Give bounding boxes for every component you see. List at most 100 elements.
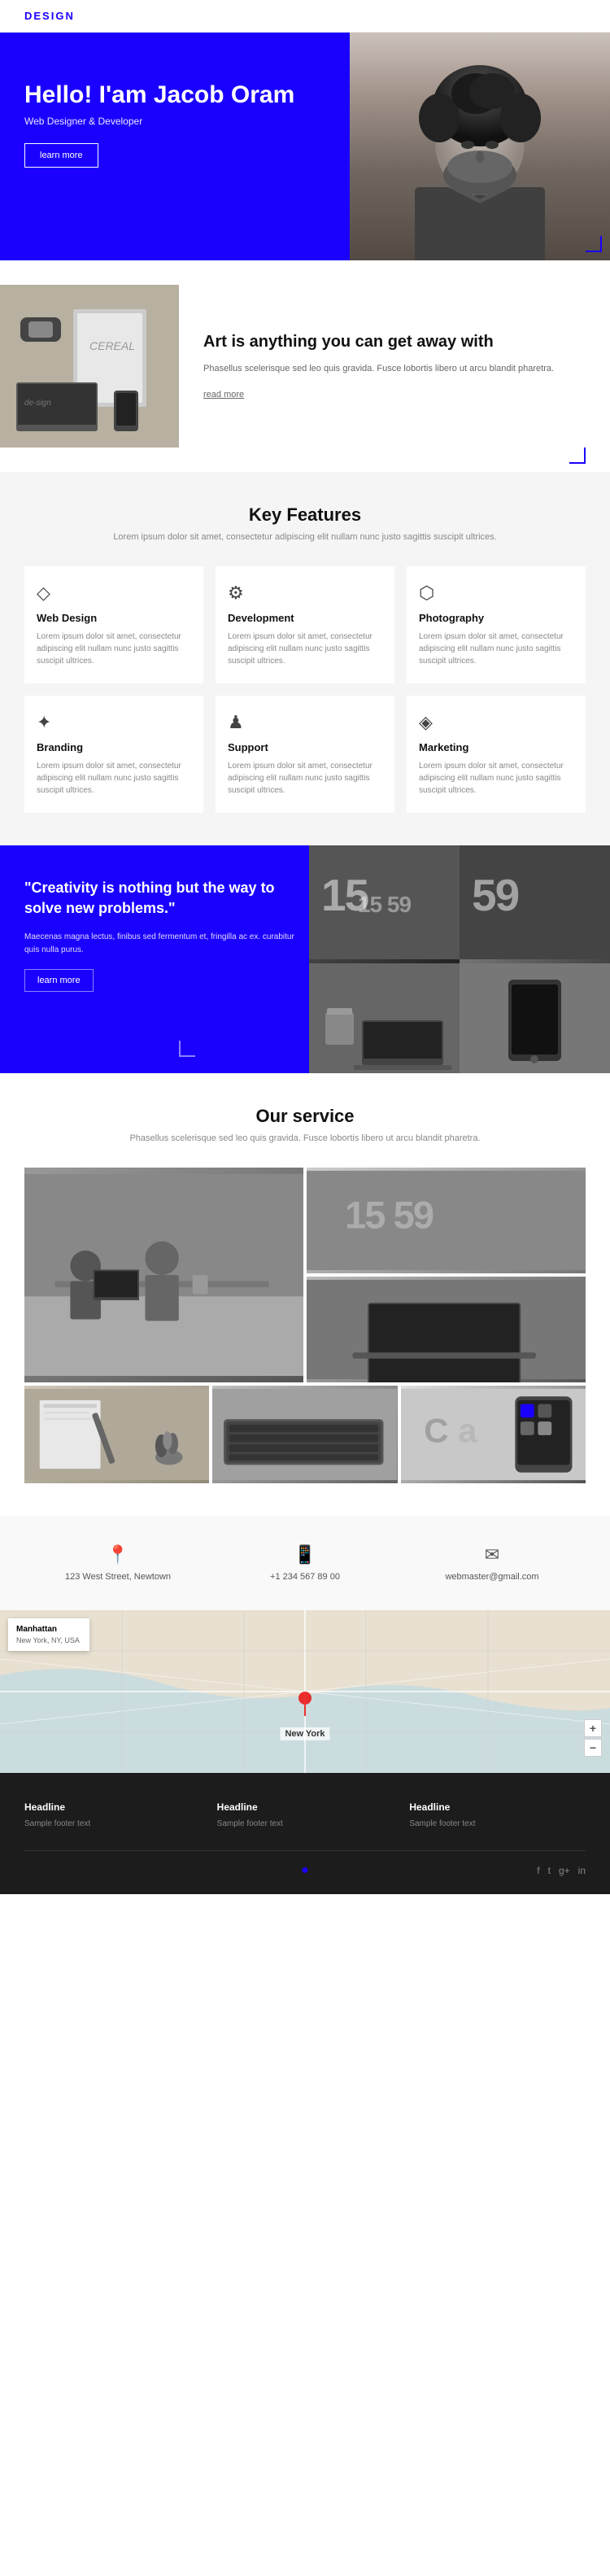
footer-col-1: Headline Sample footer text (24, 1801, 201, 1830)
art-body: Phasellus scelerisque sed leo quis gravi… (203, 362, 586, 377)
contact-email-text: webmaster@gmail.com (399, 1572, 586, 1582)
footer-col-2: Headline Sample footer text (217, 1801, 394, 1830)
footer-social: f t g+ in (400, 1865, 586, 1876)
phone-svg (460, 963, 610, 1073)
feature-development-text: Lorem ipsum dolor sit amet, consectetur … (228, 631, 382, 667)
footer-col-3-text: Sample footer text (409, 1818, 586, 1830)
feature-photography: ⬡ Photography Lorem ipsum dolor sit amet… (407, 566, 586, 683)
map-overlay: Manhattan New York, NY, USA (8, 1618, 89, 1651)
svg-text:15: 15 (321, 870, 369, 920)
quote-images: 15 59 (309, 845, 610, 1073)
svg-text:C: C (424, 1411, 448, 1449)
contact-address-text: 123 West Street, Newtown (24, 1572, 211, 1582)
quote-section: "Creativity is nothing but the way to so… (0, 845, 610, 1073)
hero-photo (350, 33, 610, 260)
email-icon: ✉ (399, 1544, 586, 1565)
desk-svg: CEREAL de-sign (0, 285, 179, 448)
hero-content: Hello! I'am Jacob Oram Web Designer & De… (24, 81, 294, 168)
quote-corner-bracket (179, 1041, 195, 1057)
feature-web-design: ◇ Web Design Lorem ipsum dolor sit amet,… (24, 566, 203, 683)
features-section: Key Features Lorem ipsum dolor sit amet,… (0, 472, 610, 845)
web-design-icon: ◇ (37, 583, 191, 604)
feature-support: ♟ Support Lorem ipsum dolor sit amet, co… (216, 696, 394, 813)
read-more-link[interactable]: read more (203, 390, 244, 399)
header: DESIGN (0, 0, 610, 33)
quote-text: "Creativity is nothing but the way to so… (24, 878, 301, 919)
contact-address: 📍 123 West Street, Newtown (24, 1544, 211, 1582)
art-section: CEREAL de-sign Art is anything you can g… (0, 260, 610, 472)
footer-col-1-title: Headline (24, 1801, 201, 1813)
feature-web-design-title: Web Design (37, 612, 191, 624)
map-overlay-text: New York, NY, USA (16, 1636, 80, 1644)
hero-title: Hello! I'am Jacob Oram (24, 81, 294, 109)
hero-learn-more-button[interactable]: learn more (24, 143, 98, 168)
map-background (0, 1610, 610, 1773)
development-icon: ⚙ (228, 583, 382, 604)
map-zoom-in-button[interactable]: + (584, 1719, 602, 1737)
footer-col-1-text: Sample footer text (24, 1818, 201, 1830)
contact-phone: 📱 +1 234 567 89 00 (211, 1544, 399, 1582)
quote-body: Maecenas magna lectus, finibus sed ferme… (24, 931, 301, 957)
quote-content: "Creativity is nothing but the way to so… (24, 878, 301, 992)
footer-col-3: Headline Sample footer text (409, 1801, 586, 1830)
feature-branding: ✦ Branding Lorem ipsum dolor sit amet, c… (24, 696, 203, 813)
quote-image-3 (309, 963, 460, 1073)
social-facebook-link[interactable]: f (537, 1865, 539, 1876)
objects-svg (309, 963, 460, 1073)
service-image-3 (307, 1277, 586, 1382)
art-photo-image: CEREAL de-sign (0, 285, 179, 448)
branding-icon: ✦ (37, 712, 191, 733)
service-title: Our service (24, 1106, 586, 1127)
map-zoom-out-button[interactable]: − (584, 1739, 602, 1757)
svg-text:15 59: 15 59 (345, 1193, 434, 1236)
quote-image-1: 15 (309, 845, 460, 963)
feature-branding-text: Lorem ipsum dolor sit amet, consectetur … (37, 760, 191, 797)
footer-col-2-text: Sample footer text (217, 1818, 394, 1830)
social-icons-group: f t g+ in (537, 1865, 586, 1876)
footer-bottom: ● f t g+ in (24, 1850, 586, 1878)
feature-photography-title: Photography (419, 612, 573, 624)
map-svg (0, 1610, 610, 1773)
service-image-2: 15 59 (307, 1168, 586, 1273)
social-linkedin-link[interactable]: in (578, 1865, 586, 1876)
service-grid-bottom: C a (24, 1386, 586, 1483)
feature-marketing-text: Lorem ipsum dolor sit amet, consectetur … (419, 760, 573, 797)
quote-image-2: 59 (460, 845, 610, 963)
social-twitter-link[interactable]: t (548, 1865, 551, 1876)
social-google-link[interactable]: g+ (559, 1865, 570, 1876)
photography-icon: ⬡ (419, 583, 573, 604)
person-svg (350, 33, 610, 260)
hero-section: Hello! I'am Jacob Oram Web Designer & De… (0, 33, 610, 260)
svg-text:CEREAL: CEREAL (89, 339, 135, 352)
person-image (350, 33, 610, 260)
service-image-5 (212, 1386, 397, 1483)
feature-support-text: Lorem ipsum dolor sit amet, consectetur … (228, 760, 382, 797)
feature-marketing: ◈ Marketing Lorem ipsum dolor sit amet, … (407, 696, 586, 813)
service-image-1 (24, 1168, 303, 1382)
contact-email: ✉ webmaster@gmail.com (399, 1544, 586, 1582)
clock2-svg: 59 (460, 845, 610, 959)
feature-photography-text: Lorem ipsum dolor sit amet, consectetur … (419, 631, 573, 667)
footer-col-2-title: Headline (217, 1801, 394, 1813)
feature-branding-title: Branding (37, 741, 191, 753)
hero-decorator-top (0, 33, 187, 49)
map-section: Manhattan New York, NY, USA New York + − (0, 1610, 610, 1773)
service-svg-3 (307, 1277, 586, 1382)
contact-phone-text: +1 234 567 89 00 (211, 1572, 399, 1582)
art-title: Art is anything you can get away with (203, 331, 586, 352)
footer-bottom-center: ● (212, 1863, 398, 1878)
footer-dot: ● (301, 1863, 309, 1877)
art-text: Art is anything you can get away with Ph… (179, 315, 610, 417)
features-title: Key Features (24, 504, 586, 526)
service-image-6: C a (401, 1386, 586, 1483)
service-svg-5 (212, 1386, 397, 1483)
svg-text:de-sign: de-sign (24, 399, 51, 408)
service-grid-top: 15 59 (24, 1168, 586, 1382)
quote-learn-more-button[interactable]: learn more (24, 969, 94, 992)
support-icon: ♟ (228, 712, 382, 733)
svg-text:a: a (458, 1411, 477, 1449)
contact-section: 📍 123 West Street, Newtown 📱 +1 234 567 … (0, 1516, 610, 1610)
svg-text:59: 59 (472, 870, 519, 920)
marketing-icon: ◈ (419, 712, 573, 733)
feature-support-title: Support (228, 741, 382, 753)
